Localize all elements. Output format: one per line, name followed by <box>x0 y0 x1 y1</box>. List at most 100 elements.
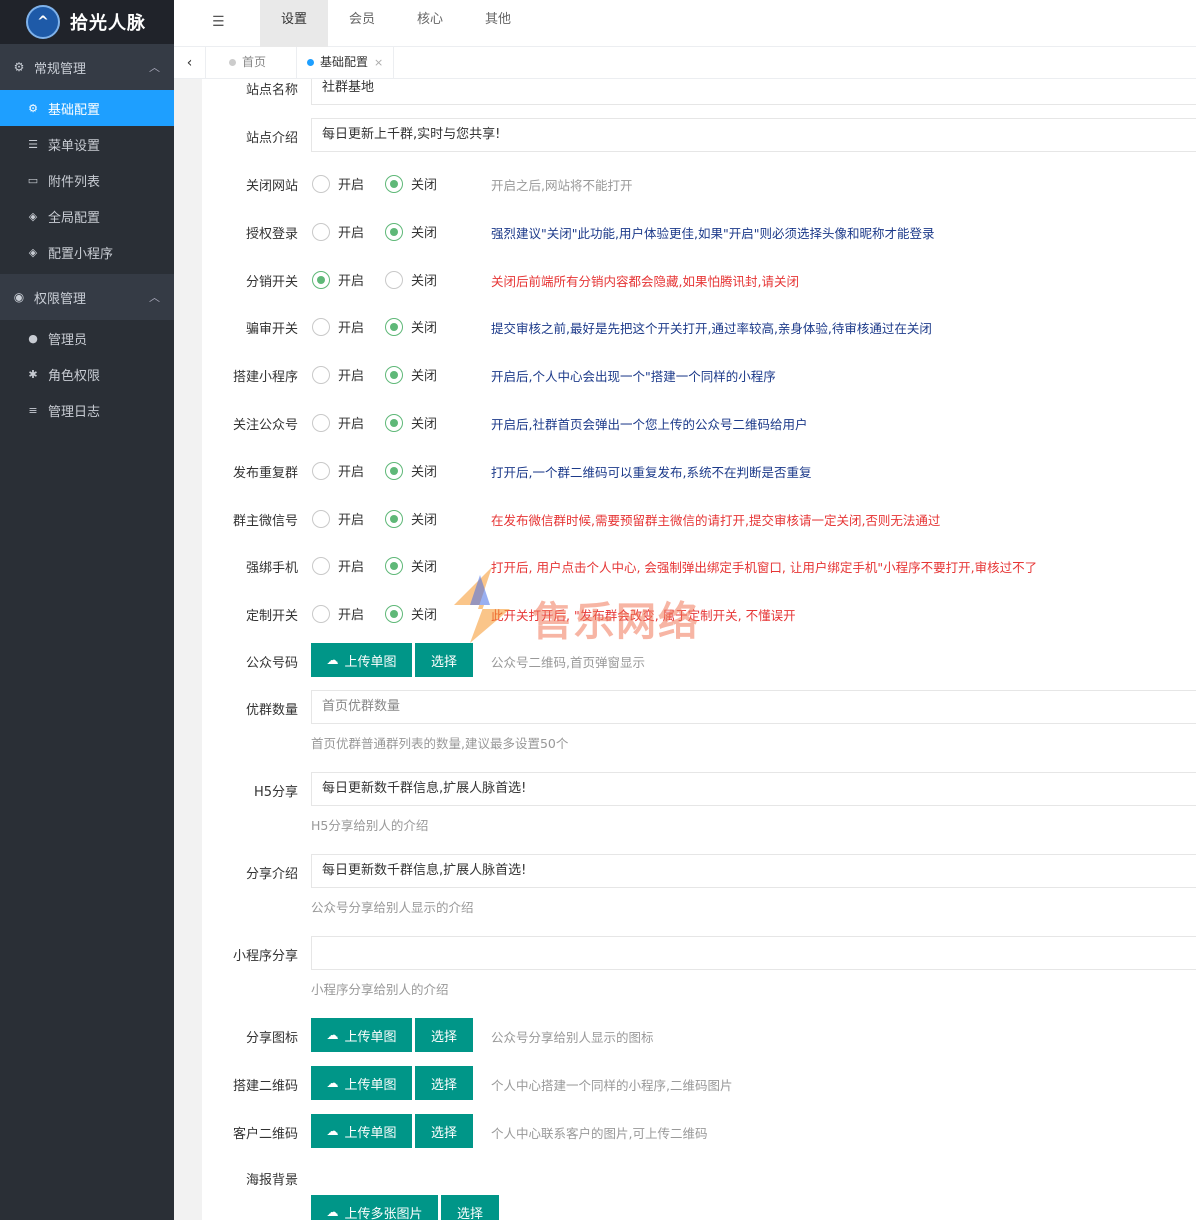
sidebar-item-label: 菜单设置 <box>48 138 101 154</box>
radio-circle-icon <box>385 509 403 528</box>
sidebar-item-label: 配置小程序 <box>48 246 114 262</box>
radio-close[interactable]: 关闭 <box>385 556 437 575</box>
switch-label: 骗审开关 <box>245 322 298 337</box>
radio-circle-icon <box>312 365 330 384</box>
brand[interactable]: ^ 拾光人脉 <box>0 0 174 44</box>
sidebar-item-label: 基础配置 <box>48 102 101 118</box>
radio-circle-icon <box>312 509 330 528</box>
gzh-qrcode-label: 公众号码 <box>245 656 298 671</box>
switch-row: 关闭网站 开启 关闭 开启之后,网站将不能打开 <box>202 166 1196 200</box>
radio-circle-icon <box>312 270 330 289</box>
radio-close[interactable]: 关闭 <box>385 317 437 336</box>
radio-open[interactable]: 开启 <box>312 174 364 193</box>
close-icon[interactable]: × <box>374 56 383 69</box>
page-tab-label: 基础配置 <box>320 55 369 69</box>
radio-circle-icon <box>312 413 330 432</box>
site-name-label: 站点名称 <box>245 83 298 98</box>
radio-open[interactable]: 开启 <box>312 461 364 480</box>
switch-row: 关注公众号 开启 关闭 开启后,社群首页会弹出一个您上传的公众号二维码给用户 <box>202 405 1196 439</box>
select-button[interactable]: 选择 <box>415 1066 473 1100</box>
site-intro-input[interactable]: 每日更新上千群,实时与您共享! <box>311 118 1196 152</box>
radio-close[interactable]: 关闭 <box>385 604 437 623</box>
share-intro-input[interactable]: 每日更新数千群信息,扩展人脉首选! <box>311 854 1196 888</box>
tab-dot-icon <box>307 59 314 66</box>
tab-settings[interactable]: 设置 <box>260 0 329 47</box>
sidebar-item-label: 角色权限 <box>48 368 101 384</box>
sidebar-group-permission[interactable]: ◉ 权限管理 ︿ <box>0 274 174 320</box>
switch-tip: 开启之后,网站将不能打开 <box>491 178 633 193</box>
tab-members[interactable]: 会员 <box>328 0 396 47</box>
menu-toggle-icon[interactable]: ☰ <box>212 14 225 30</box>
select-button[interactable]: 选择 <box>415 1114 473 1148</box>
radio-open[interactable]: 开启 <box>312 270 364 289</box>
h5-share-input[interactable]: 每日更新数千群信息,扩展人脉首选! <box>311 772 1196 806</box>
radio-close[interactable]: 关闭 <box>385 413 437 432</box>
radio-label: 开启 <box>338 513 365 528</box>
radio-label: 开启 <box>338 226 365 241</box>
radio-label: 开启 <box>338 369 365 384</box>
mp-share-input[interactable] <box>311 936 1196 970</box>
select-button[interactable]: 选择 <box>415 643 473 677</box>
sidebar-group-general[interactable]: ⚙ 常规管理 ︿ <box>0 44 174 90</box>
sidebar-item-global-config[interactable]: ◈ 全局配置 <box>0 198 174 234</box>
sidebar-item-roles[interactable]: ✱ 角色权限 <box>0 356 174 392</box>
upload-image-button[interactable]: ☁ 上传单图 <box>311 1066 412 1100</box>
cloud-upload-icon: ☁ <box>326 1076 339 1090</box>
upload-multi-image-button[interactable]: ☁ 上传多张图片 <box>311 1195 438 1220</box>
page-tab-basic-config[interactable]: 基础配置 × <box>296 47 395 79</box>
button-label: 上传单图 <box>344 654 397 670</box>
upload-image-button[interactable]: ☁ 上传单图 <box>311 1114 412 1148</box>
switch-tip: 强烈建议"关闭"此功能,用户体验更佳,如果"开启"则必须选择头像和昵称才能登录 <box>491 226 935 241</box>
radio-open[interactable]: 开启 <box>312 556 364 575</box>
switch-row: 发布重复群 开启 关闭 打开后,一个群二维码可以重复发布,系统不在判断是否重复 <box>202 453 1196 487</box>
radio-open[interactable]: 开启 <box>312 317 364 336</box>
sidebar-item-basic-config[interactable]: ⚙ 基础配置 <box>0 90 174 126</box>
radio-circle-icon <box>312 317 330 336</box>
page-tab-home[interactable]: 首页 <box>219 47 276 79</box>
radio-open[interactable]: 开启 <box>312 509 364 528</box>
select-button[interactable]: 选择 <box>415 1018 473 1052</box>
bug-icon: ✱ <box>28 367 38 381</box>
radio-open[interactable]: 开启 <box>312 222 364 241</box>
switch-tip: 开启后,社群首页会弹出一个您上传的公众号二维码给用户 <box>491 417 808 432</box>
radio-close[interactable]: 关闭 <box>385 174 437 193</box>
switch-label: 强绑手机 <box>245 561 298 576</box>
youqun-count-input[interactable]: 首页优群数量 <box>311 690 1196 724</box>
sidebar-item-label: 附件列表 <box>48 174 101 190</box>
radio-label: 关闭 <box>411 369 438 384</box>
site-name-input[interactable]: 社群基地 <box>311 79 1196 105</box>
sidebar-item-menu-settings[interactable]: ☰ 菜单设置 <box>0 126 174 162</box>
switch-tip: 关闭后前端所有分销内容都会隐藏,如果怕腾讯封,请关闭 <box>491 274 799 289</box>
radio-close[interactable]: 关闭 <box>385 365 437 384</box>
sidebar-item-logs[interactable]: ≡ 管理日志 <box>0 392 174 428</box>
share-icon-label: 分享图标 <box>245 1031 298 1046</box>
sidebar-item-attachments[interactable]: ▭ 附件列表 <box>0 162 174 198</box>
radio-open[interactable]: 开启 <box>312 604 364 623</box>
radio-label: 开启 <box>338 608 365 623</box>
cube-icon: ◈ <box>28 245 38 259</box>
radio-open[interactable]: 开启 <box>312 413 364 432</box>
radio-close[interactable]: 关闭 <box>385 270 437 289</box>
radio-close[interactable]: 关闭 <box>385 222 437 241</box>
radio-circle-icon <box>385 556 403 575</box>
tab-other[interactable]: 其他 <box>464 0 532 47</box>
sidebar-item-admins[interactable]: ● 管理员 <box>0 320 174 356</box>
upload-image-button[interactable]: ☁ 上传单图 <box>311 1018 412 1052</box>
radio-label: 关闭 <box>411 274 438 289</box>
radio-close[interactable]: 关闭 <box>385 509 437 528</box>
select-button[interactable]: 选择 <box>441 1195 499 1220</box>
folder-icon: ▭ <box>27 173 39 187</box>
switch-label: 搭建小程序 <box>232 370 298 385</box>
switch-label: 定制开关 <box>245 609 298 624</box>
user-circle-icon: ● <box>28 331 38 345</box>
radio-open[interactable]: 开启 <box>312 365 364 384</box>
upload-image-button[interactable]: ☁ 上传单图 <box>311 643 412 677</box>
mp-share-label: 小程序分享 <box>232 949 298 964</box>
sidebar-item-miniprogram-config[interactable]: ◈ 配置小程序 <box>0 234 174 270</box>
radio-close[interactable]: 关闭 <box>385 461 437 480</box>
radio-label: 开启 <box>338 560 365 575</box>
switch-tip: 提交审核之前,最好是先把这个开关打开,通过率较高,亲身体验,待审核通过在关闭 <box>491 321 932 336</box>
chevron-left-icon[interactable]: ‹ <box>174 47 206 79</box>
radio-circle-icon <box>385 174 403 193</box>
tab-core[interactable]: 核心 <box>396 0 464 47</box>
